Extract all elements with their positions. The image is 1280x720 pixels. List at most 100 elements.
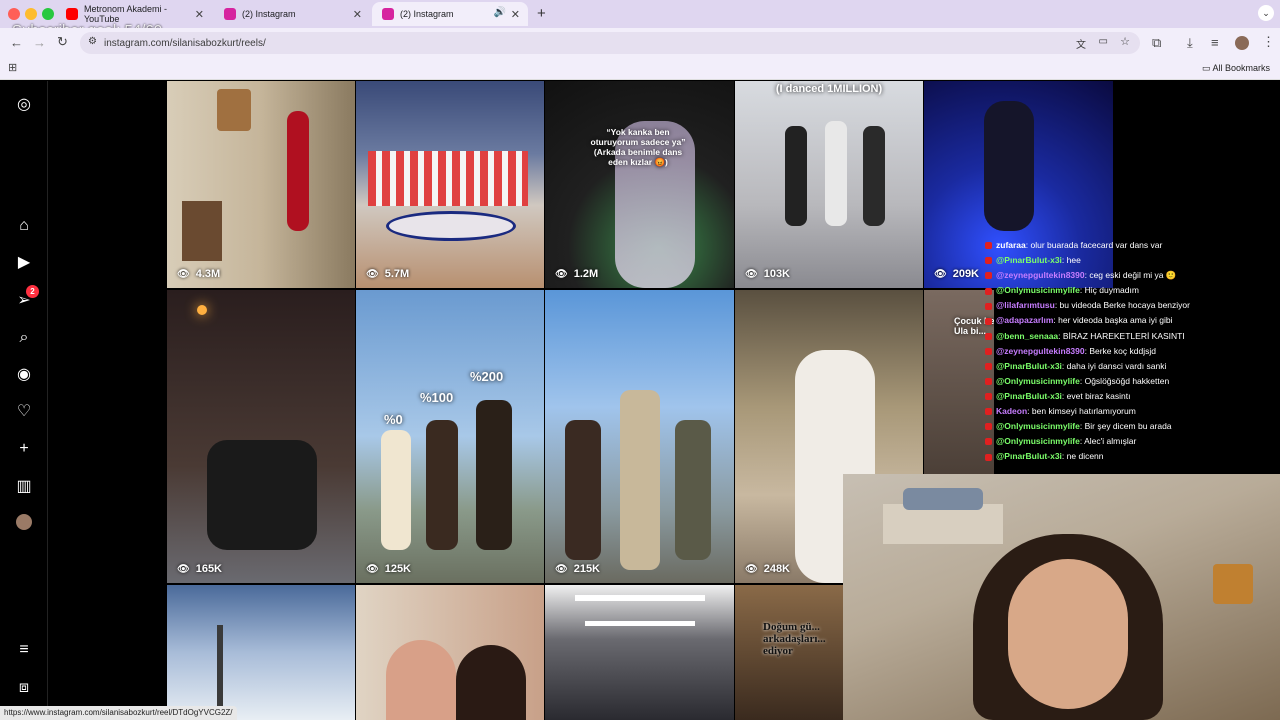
youtube-icon: [66, 8, 78, 20]
direct-messages-icon[interactable]: ➢ 2: [14, 285, 39, 311]
views-eye-icon: 👁: [745, 564, 758, 575]
bookmark-star-icon[interactable]: ☆: [1120, 35, 1130, 48]
chat-badge-icon: [985, 287, 992, 295]
close-tab-icon[interactable]: ✕: [353, 8, 362, 21]
reel-tile[interactable]: 👁 215K: [545, 290, 734, 583]
reel-tile[interactable]: 👁 165K: [167, 290, 355, 583]
chat-message: zufaraa: olur buarada facecard var dans …: [985, 238, 1225, 253]
menu-icon[interactable]: ⋮: [1262, 34, 1275, 50]
chat-username: @PınarBulut-x3i: [996, 390, 1062, 401]
chat-message: @Onlymusicinmylife: Oğslöğsöğd hakketten: [985, 374, 1225, 389]
chat-text: : Bir şey dicem bu arada: [1079, 421, 1172, 432]
views-eye-icon: 👁: [366, 564, 379, 575]
chat-badge-icon: [985, 302, 992, 310]
reel-views: 👁 248K: [745, 563, 790, 575]
chat-username: @adapazarlım: [996, 315, 1054, 326]
chat-badge-icon: [985, 257, 992, 265]
reel-tile[interactable]: %0 %100 %200 👁 125K: [356, 290, 544, 583]
profile-avatar[interactable]: [1235, 36, 1249, 50]
search-icon[interactable]: ⌕: [14, 328, 34, 348]
chat-message: @PınarBulut-x3i: ne dicenn: [985, 449, 1225, 464]
reload-icon[interactable]: ↻: [57, 34, 68, 50]
reel-views: 👁 125K: [366, 563, 411, 575]
forward-icon[interactable]: →: [33, 35, 46, 50]
views-eye-icon: 👁: [177, 269, 190, 280]
reel-views: 👁 215K: [555, 563, 600, 575]
dashboard-icon[interactable]: ▥: [14, 477, 34, 497]
chat-badge-icon: [985, 393, 992, 401]
tab-instagram-1[interactable]: (2) Instagram ✕: [214, 2, 370, 26]
chat-badge-icon: [985, 438, 992, 446]
download-icon[interactable]: ⤓: [1187, 35, 1193, 51]
home-icon[interactable]: ⌂: [14, 216, 34, 236]
explore-icon[interactable]: ◉: [14, 365, 34, 385]
create-icon[interactable]: +: [14, 439, 34, 459]
reel-views: 👁 4.3M: [177, 268, 221, 280]
bookmarks-bar: ⊞ ▭ All Bookmarks: [0, 58, 1280, 80]
chat-username: @lilafarımtusu: [996, 300, 1055, 311]
reel-views: 👁 1.2M: [555, 268, 599, 280]
instagram-logo-icon[interactable]: ◎: [14, 95, 34, 115]
views-eye-icon: 👁: [934, 269, 947, 280]
minimize-window-button[interactable]: [25, 8, 37, 20]
site-info-icon[interactable]: ⚙: [88, 36, 97, 47]
tab-bar: Metronom Akademi - YouTube ✕ (2) Instagr…: [0, 0, 1280, 28]
chat-username: @Onlymusicinmylife: [996, 436, 1080, 447]
install-icon[interactable]: ▭: [1099, 36, 1108, 47]
chat-badge-icon: [985, 317, 992, 325]
views-eye-icon: 👁: [555, 269, 568, 280]
close-window-button[interactable]: [8, 8, 20, 20]
chat-message: @zeynepgultekin8390: ceg eski değil mi y…: [985, 268, 1225, 283]
also-from-meta-icon[interactable]: ⧈: [14, 678, 34, 698]
instagram-icon: [224, 8, 236, 20]
chat-badge-icon: [985, 423, 992, 431]
translate-icon[interactable]: 文: [1076, 36, 1086, 51]
all-bookmarks-button[interactable]: ▭ All Bookmarks: [1202, 63, 1270, 74]
chat-badge-icon: [985, 272, 992, 280]
link-status-bar: https://www.instagram.com/silanisabozkur…: [0, 706, 237, 720]
new-tab-button[interactable]: +: [537, 5, 546, 22]
instagram-icon: [382, 8, 394, 20]
chat-username: @zeynepgultekin8390: [996, 270, 1085, 281]
close-tab-icon[interactable]: ✕: [511, 8, 520, 21]
chat-message: @PınarBulut-x3i: hee: [985, 253, 1225, 268]
instagram-sidebar: ◎ ⌂ ▶ ➢ 2 ⌕ ◉ ♡ + ▥ ≡ ⧈: [0, 81, 48, 720]
reel-tile[interactable]: (I danced 1MILLION) 👁 103K: [735, 81, 923, 288]
media-controls-icon[interactable]: ≡: [1211, 35, 1219, 50]
reels-icon[interactable]: ▶: [14, 253, 34, 273]
reel-tile[interactable]: 👁 4.3M: [167, 81, 355, 288]
streamer-webcam: [843, 474, 1280, 720]
zoom-window-button[interactable]: [42, 8, 54, 20]
apps-grid-icon[interactable]: ⊞: [8, 61, 17, 74]
more-menu-icon[interactable]: ≡: [14, 640, 34, 660]
chat-badge-icon: [985, 378, 992, 386]
chat-username: @Onlymusicinmylife: [996, 285, 1080, 296]
reel-tile[interactable]: [167, 585, 355, 720]
reel-tile[interactable]: 👁 5.7M: [356, 81, 544, 288]
reel-tile[interactable]: Doğum gü... arkadaşları... ediyor: [735, 585, 843, 720]
profile-avatar-icon[interactable]: [14, 514, 34, 534]
reel-tile[interactable]: [545, 585, 734, 720]
reel-tile[interactable]: [356, 585, 544, 720]
views-eye-icon: 👁: [745, 269, 758, 280]
chat-username: @Onlymusicinmylife: [996, 421, 1080, 432]
close-tab-icon[interactable]: ✕: [195, 8, 204, 21]
back-icon[interactable]: ←: [10, 35, 23, 50]
chat-text: : evet biraz kasintı: [1061, 390, 1131, 401]
reel-caption: (I danced 1MILLION): [775, 83, 883, 95]
chat-text: : bu videoda Berke hocaya benziyor: [1054, 300, 1190, 311]
chat-text: : BİRAZ HAREKETLERİ KASINTI: [1058, 330, 1185, 341]
extensions-icon[interactable]: ⧉: [1152, 35, 1161, 51]
notifications-heart-icon[interactable]: ♡: [14, 402, 34, 422]
reel-tile[interactable]: Çocuk beni üzecekmiş... Ula bi...: [924, 290, 994, 480]
chat-message: @benn_senaaa: BİRAZ HAREKETLERİ KASINTI: [985, 329, 1225, 344]
chat-message: @Onlymusicinmylife: Hiç duymadım: [985, 283, 1225, 298]
chat-text: : ben kimseyi hatırlamıyorum: [1027, 406, 1136, 417]
reel-caption: “Yok kanka ben oturuyorum sadece ya” (Ar…: [590, 127, 686, 167]
chat-text: : Berke koç kddjsjd: [1084, 345, 1156, 356]
tab-instagram-2[interactable]: (2) Instagram 🔊 ✕: [372, 2, 528, 26]
tab-search-button[interactable]: ⌄: [1258, 5, 1274, 21]
speaker-icon[interactable]: 🔊: [494, 7, 506, 18]
reel-tile[interactable]: “Yok kanka ben oturuyorum sadece ya” (Ar…: [545, 81, 734, 288]
url-field[interactable]: ⚙ instagram.com/silanisabozkurt/reels/ 文…: [80, 32, 1140, 54]
